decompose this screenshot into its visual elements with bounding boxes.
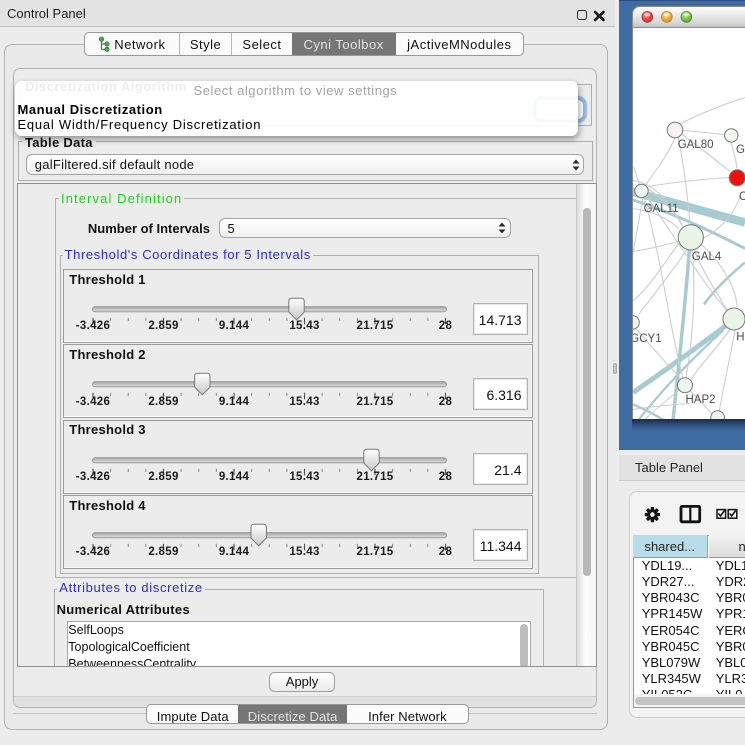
svg-text:GAL4: GAL4: [692, 251, 722, 263]
svg-text:H: H: [736, 331, 744, 343]
svg-text:GCY1: GCY1: [633, 333, 662, 345]
svg-text:HAP2: HAP2: [686, 394, 716, 406]
svg-text:C: C: [739, 191, 745, 203]
svg-text:GAL11: GAL11: [644, 203, 679, 215]
svg-text:G.: G.: [736, 144, 745, 156]
svg-text:GAL80: GAL80: [678, 139, 714, 151]
